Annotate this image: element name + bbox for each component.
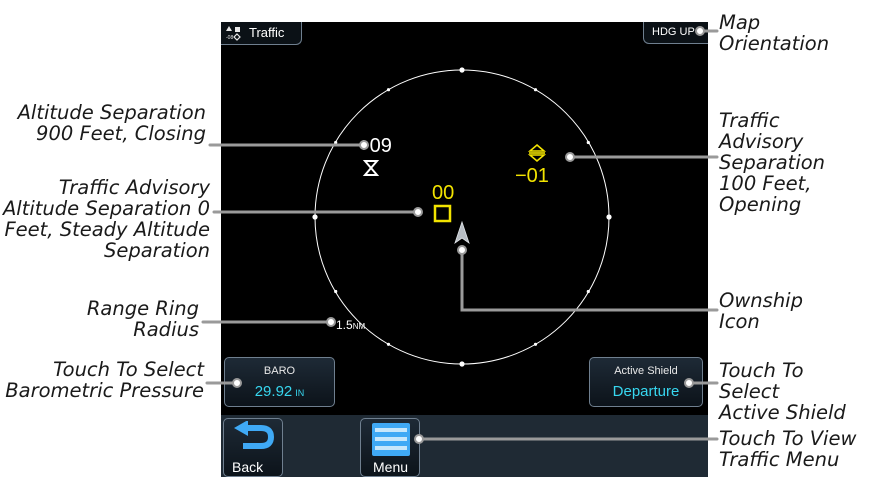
traffic-advisory-square	[433, 204, 452, 223]
callout-range-ring-radius: Range Ring Radius	[86, 297, 199, 341]
yellow-target-2-altitude: −01	[515, 165, 549, 187]
menu-button-label: Menu	[373, 459, 409, 475]
callout-touch-active-shield: Touch To Select Active Shield	[719, 359, 846, 424]
back-button-label: Back	[232, 459, 264, 475]
range-ring	[314, 69, 610, 365]
ownship-icon	[454, 220, 470, 245]
callout-ta-separation-100: Traffic Advisory Separation 100 Feet, Op…	[719, 109, 826, 216]
active-shield-value: Departure	[612, 383, 680, 400]
baro-button-value: 29.92 IN	[254, 383, 305, 400]
yellow-target-1-altitude: 00	[432, 182, 454, 204]
range-ring-label: 1.5NM	[336, 318, 365, 332]
back-button[interactable]: Back	[223, 418, 283, 477]
descending-arrow-icon	[527, 143, 547, 163]
active-shield-button[interactable]: Active Shield Departure	[589, 357, 703, 407]
callout-touch-baro: Touch To Select Barometric Pressure	[5, 358, 204, 402]
back-arrow-icon	[234, 421, 275, 449]
callout-altitude-separation-900: Altitude Separation 900 Feet, Closing	[17, 101, 206, 145]
bottom-button-bar: Back Menu	[221, 415, 708, 477]
menu-icon	[372, 423, 410, 456]
menu-button[interactable]: Menu	[360, 418, 420, 477]
climb-descend-icon	[362, 160, 380, 176]
callout-map-orientation: Map Orientation	[719, 11, 830, 55]
callout-ownship-icon: Ownship Icon	[719, 289, 803, 333]
active-shield-title: Active Shield	[614, 365, 678, 377]
callout-ta-altitude-separation-0: Traffic Advisory Altitude Separation 0 F…	[2, 176, 210, 262]
baro-button[interactable]: BARO 29.92 IN	[224, 357, 335, 407]
baro-button-title: BARO	[263, 365, 296, 377]
white-target-altitude: +09	[358, 135, 392, 157]
callout-touch-menu: Touch To View Traffic Menu	[719, 427, 857, 471]
traffic-screen: -08 Traffic HDG UP +09 00 −01 1.5NM BARO…	[221, 22, 708, 477]
